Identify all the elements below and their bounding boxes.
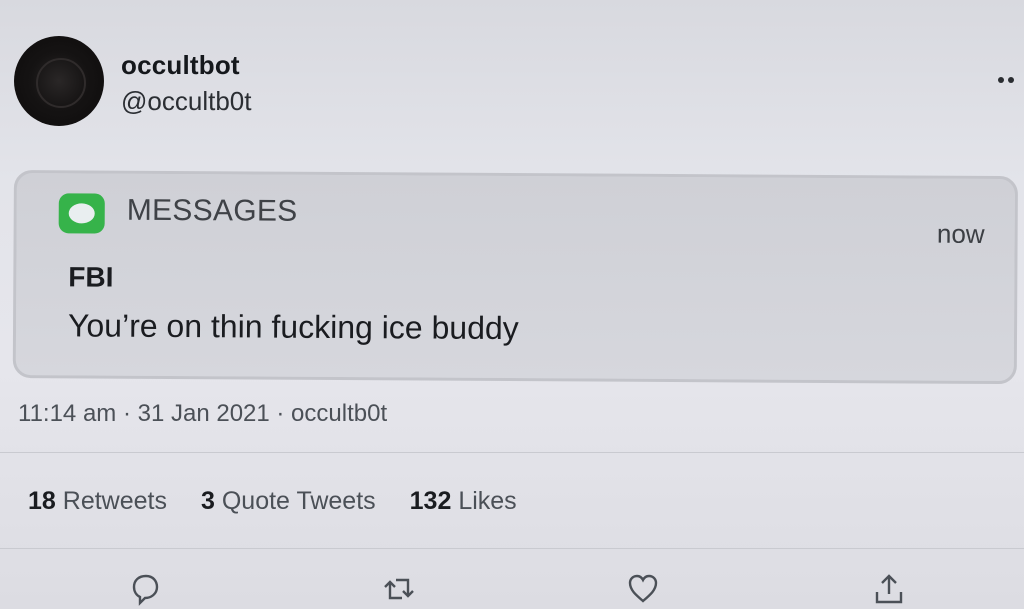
likes-count: 132 (409, 487, 452, 515)
divider (0, 452, 1024, 453)
quote-tweets-stat[interactable]: 3 Quote Tweets (201, 487, 376, 516)
messages-app-icon (58, 193, 105, 234)
like-button[interactable] (626, 572, 660, 606)
quote-tweets-count: 3 (200, 487, 215, 515)
retweets-stat[interactable]: 18 Retweets (28, 487, 167, 516)
display-name[interactable]: occultbot (121, 50, 240, 81)
avatar[interactable] (14, 36, 104, 126)
tweet-detail: occultbot @occultb0t MESSAGES now FBI Yo… (0, 0, 1024, 609)
notification-sender: FBI (68, 261, 114, 293)
retweet-icon (384, 578, 414, 600)
user-handle[interactable]: @occultb0t (121, 86, 251, 117)
reply-icon (132, 574, 159, 606)
likes-stat[interactable]: 132 Likes (410, 487, 517, 516)
more-dot-icon (1008, 77, 1014, 83)
reply-button[interactable] (128, 572, 162, 606)
tweet-stats: 18 Retweets 3 Quote Tweets 132 Likes (28, 487, 517, 516)
likes-label: Likes (458, 487, 517, 515)
retweets-label: Retweets (62, 487, 167, 515)
retweets-count: 18 (28, 487, 56, 515)
notification-time: now (936, 218, 985, 249)
heart-icon (628, 574, 658, 603)
tweet-action-bar (0, 568, 1024, 609)
tweet-media-notification[interactable]: MESSAGES now FBI You’re on thin fucking … (12, 170, 1018, 385)
notification-message: You’re on thin fucking ice buddy (67, 307, 519, 347)
divider (0, 548, 1024, 549)
more-dot-icon (998, 77, 1004, 83)
share-button[interactable] (872, 572, 906, 606)
quote-tweets-label: Quote Tweets (221, 487, 376, 515)
more-options-button[interactable] (998, 70, 1024, 90)
notification-app-name: MESSAGES (126, 193, 298, 228)
retweet-button[interactable] (382, 572, 416, 606)
share-icon (875, 574, 903, 604)
tweet-timestamp[interactable]: 11:14 am · 31 Jan 2021 · occultb0t (18, 400, 387, 428)
